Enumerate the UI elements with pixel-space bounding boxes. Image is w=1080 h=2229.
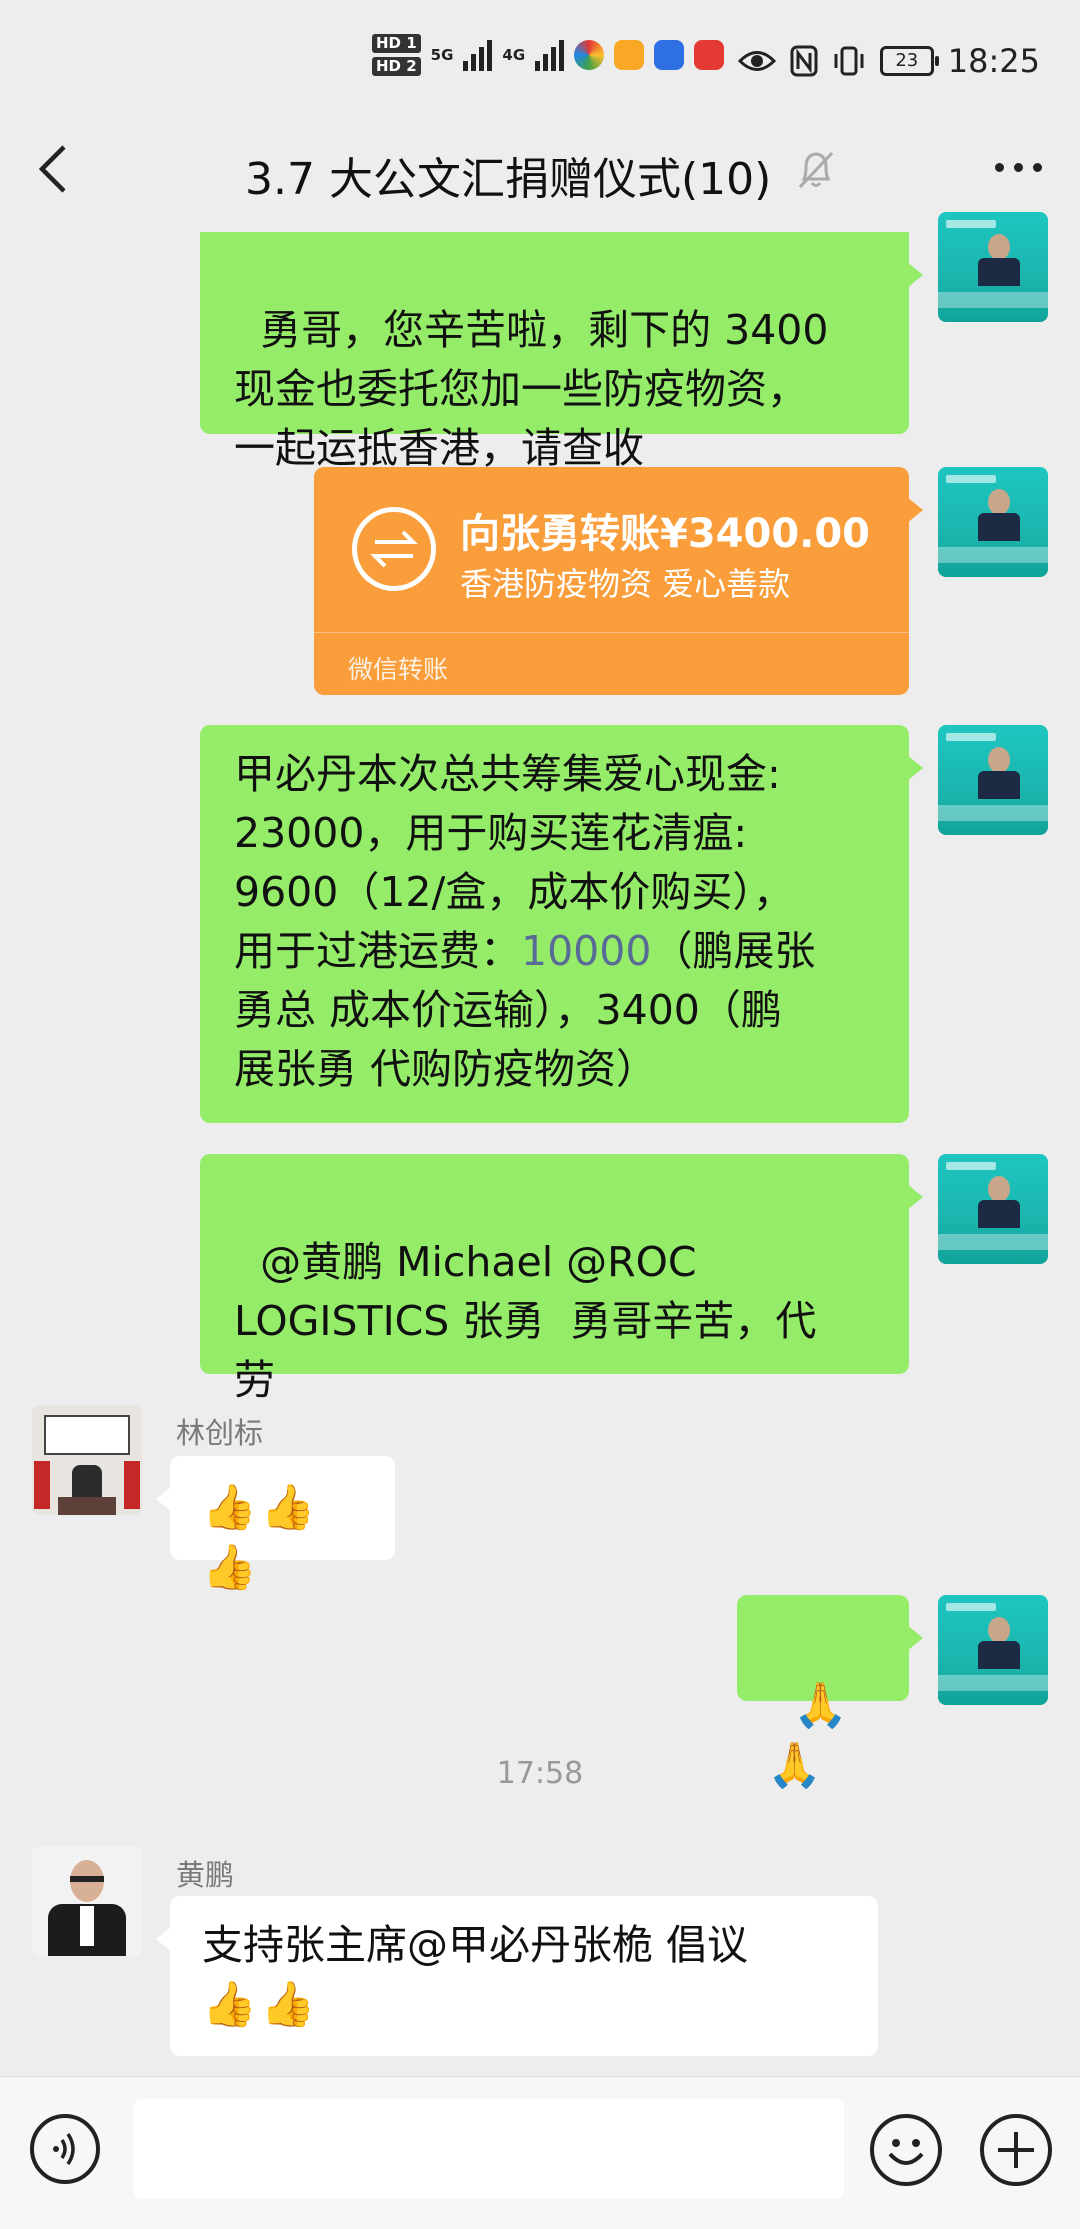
back-button[interactable] [34,139,74,199]
voice-input-button[interactable] [30,2114,100,2184]
message-input[interactable] [134,2099,844,2199]
emoji-button[interactable] [870,2114,942,2186]
bell-off-icon [796,145,836,195]
contact-avatar-huang[interactable] [32,1846,142,1956]
signal-bars-icon-2 [535,39,565,71]
transfer-footer: 微信转账 [348,655,449,684]
hd2-badge: HD 2 [372,57,421,76]
status-right: 23 18:25 [737,42,1040,80]
my-avatar[interactable] [938,725,1048,835]
chat-title-bar: 3.7 大公文汇捐赠仪式(10) [0,125,1080,230]
hd1-badge: HD 1 [372,34,421,53]
my-avatar[interactable] [938,467,1048,577]
chat-timestamp: 17:58 [496,1756,584,1791]
thumbs-up-emoji: 👍👍👍 [202,1482,320,1593]
message-bubble-outgoing[interactable]: @黄鹏 Michael @ROC LOGISTICS 张勇 勇哥辛苦，代 劳 [200,1154,923,1404]
mail-icon [614,40,645,70]
huawei-app-icon [694,40,725,70]
my-avatar[interactable] [938,1154,1048,1264]
sender-name: 林创标 [176,1416,264,1450]
vibrate-icon [834,46,864,76]
transfer-arrows-icon [352,507,436,591]
message-bubble-incoming[interactable]: 支持张主席@甲必丹张桅 倡议 👍👍 [156,1896,878,2056]
voice-icon [53,2133,75,2165]
status-bar: HD 1 HD 2 5G 4G 23 18:25 [0,0,1080,120]
nfc-icon [790,45,818,77]
transfer-divider [314,632,909,633]
message-bubble-outgoing[interactable]: 勇哥，您辛苦啦，剩下的 3400 现金也委托您加一些防疫物资， 一起运抵香港，请… [200,232,923,472]
more-functions-button[interactable] [980,2114,1052,2186]
music-icon [654,40,685,70]
more-options-button[interactable] [995,163,1042,172]
message-text: 勇哥，您辛苦啦，剩下的 3400 现金也委托您加一些防疫物资， 一起运抵香港，请… [234,306,829,472]
message-text: 支持张主席@甲必丹张桅 倡议 [202,1921,749,1969]
hd-indicators: HD 1 HD 2 [372,34,421,76]
battery-icon: 23 [879,46,939,76]
chat-input-bar [0,2076,1080,2229]
my-avatar[interactable] [938,1595,1048,1705]
signal-bars-icon [463,39,493,71]
contact-avatar-lin[interactable] [32,1405,142,1515]
message-bubble-outgoing[interactable]: 🙏🙏 [737,1595,923,1791]
my-avatar[interactable] [938,212,1048,322]
chat-title: 3.7 大公文汇捐赠仪式(10) [245,154,772,205]
smiley-icon [888,2139,924,2165]
transfer-amount: 向张勇转账¥3400.00 [460,511,871,557]
status-left: HD 1 HD 2 5G 4G [372,34,725,76]
message-bubble-outgoing[interactable]: 甲必丹本次总共筹集爱心现金: 23000，用于购买莲花清瘟: 9600（12/盒… [200,725,923,1123]
eye-icon [737,51,776,71]
thumbs-up-emoji: 👍👍 [202,1979,320,2030]
back-arrow-icon [38,145,66,193]
message-bubble-incoming[interactable]: 👍👍👍 [156,1456,395,1593]
message-link-number[interactable]: 10000 [521,927,651,975]
message-text: @黄鹏 Michael @ROC LOGISTICS 张勇 勇哥辛苦，代 劳 [234,1238,817,1404]
transfer-note: 香港防疫物资 爱心善款 [460,565,791,603]
network-5g-label: 5G [430,46,454,64]
network-4g-label: 4G [502,46,526,64]
sender-name: 黄鹏 [176,1858,235,1892]
app-notification-icon [574,40,605,70]
plus-icon [998,2132,1034,2168]
wechat-transfer-card[interactable]: 向张勇转账¥3400.00 香港防疫物资 爱心善款 微信转账 [314,467,923,695]
clock: 18:25 [947,42,1040,80]
